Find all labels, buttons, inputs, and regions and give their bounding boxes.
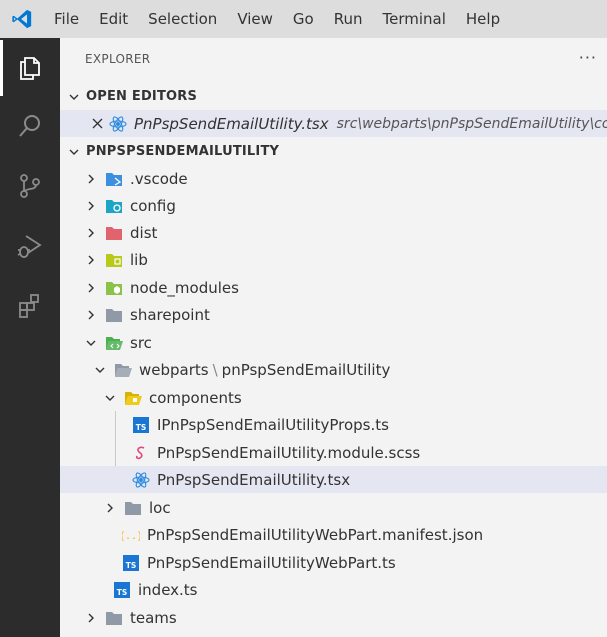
- open-editor-path: src\webparts\pnPspSendEmailUtility\compo…: [336, 115, 607, 132]
- tree-file-webpart-ts[interactable]: TS PnPspSendEmailUtilityWebPart.ts: [60, 549, 607, 576]
- tree-folder-lib[interactable]: lib: [60, 246, 607, 273]
- chevron-down-icon: [102, 390, 118, 406]
- json-file-icon: {..}: [122, 526, 140, 544]
- menu-run[interactable]: Run: [324, 0, 373, 38]
- tree-file-index-ts[interactable]: TS index.ts: [60, 576, 607, 603]
- react-file-icon: [132, 471, 150, 489]
- project-header[interactable]: PNPSPSENDEMAILUTILITY: [60, 138, 607, 165]
- folder-label: components: [149, 388, 242, 407]
- tree-file-scss[interactable]: PnPspSendEmailUtility.module.scss: [60, 439, 607, 466]
- menu-edit[interactable]: Edit: [89, 0, 138, 38]
- folder-label: dist: [130, 223, 158, 242]
- folder-icon: [105, 609, 123, 627]
- menu-view[interactable]: View: [227, 0, 283, 38]
- folder-config-icon: [105, 197, 123, 215]
- tree-folder-components[interactable]: components: [60, 384, 607, 411]
- folder-components-open-icon: [124, 389, 142, 407]
- folder-label: node_modules: [130, 278, 239, 297]
- project-label: PNPSPSENDEMAILUTILITY: [86, 144, 280, 159]
- chevron-right-icon: [102, 500, 118, 516]
- chevron-right-icon: [83, 171, 99, 187]
- chevron-down-icon: [92, 362, 108, 378]
- folder-label: config: [130, 196, 176, 215]
- sass-file-icon: [132, 444, 150, 462]
- explorer-icon[interactable]: [0, 40, 60, 96]
- folder-open-icon: [114, 361, 132, 379]
- tree-file-manifest-json[interactable]: {..} PnPspSendEmailUtilityWebPart.manife…: [60, 521, 607, 548]
- explorer-title: EXPLORER: [85, 52, 151, 66]
- file-label: PnPspSendEmailUtility.tsx: [157, 470, 351, 489]
- source-control-icon[interactable]: [0, 158, 60, 214]
- folder-icon: [124, 499, 142, 517]
- tree-folder-loc[interactable]: loc: [60, 494, 607, 521]
- menu-help[interactable]: Help: [456, 0, 510, 38]
- chevron-right-icon: [83, 307, 99, 323]
- menu-go[interactable]: Go: [283, 0, 324, 38]
- more-actions-icon[interactable]: ···: [579, 48, 597, 67]
- file-label: PnPspSendEmailUtilityWebPart.manifest.js…: [147, 525, 484, 544]
- svg-text:TS: TS: [126, 561, 137, 570]
- tree-folder-src[interactable]: src: [60, 329, 607, 356]
- folder-label: webparts: [139, 360, 209, 379]
- tree-folder-config[interactable]: config: [60, 192, 607, 219]
- explorer-sidebar: EXPLORER ··· OPEN EDITORS PnPspSendEmail…: [60, 38, 607, 637]
- folder-icon: [105, 306, 123, 324]
- menu-selection[interactable]: Selection: [138, 0, 227, 38]
- chevron-right-icon: [83, 225, 99, 241]
- tree-folder-sharepoint[interactable]: sharepoint: [60, 301, 607, 328]
- svg-text:TS: TS: [136, 423, 147, 432]
- search-icon[interactable]: [0, 98, 60, 154]
- folder-node-icon: [105, 279, 123, 297]
- folder-label: sharepoint: [130, 305, 210, 324]
- open-editor-item[interactable]: PnPspSendEmailUtility.tsx src\webparts\p…: [60, 110, 607, 137]
- chevron-right-icon: [83, 252, 99, 268]
- chevron-right-icon: [83, 198, 99, 214]
- folder-vscode-icon: [105, 170, 123, 188]
- vscode-logo-icon: [0, 0, 44, 38]
- folder-label: .vscode: [130, 169, 188, 188]
- activity-bar: [0, 38, 60, 637]
- folder-label: lib: [130, 250, 148, 269]
- open-editors-label: OPEN EDITORS: [86, 89, 198, 104]
- svg-text:{..}: {..}: [122, 531, 140, 542]
- tree-folder-teams[interactable]: teams: [60, 604, 607, 631]
- chevron-down-icon: [83, 335, 99, 351]
- folder-label: pnPspSendEmailUtility: [221, 360, 391, 379]
- tree-file-tsx[interactable]: PnPspSendEmailUtility.tsx: [60, 466, 607, 493]
- tree-folder-vscode[interactable]: .vscode: [60, 165, 607, 192]
- folder-dist-icon: [105, 224, 123, 242]
- open-editor-filename: PnPspSendEmailUtility.tsx: [134, 114, 329, 133]
- file-label: IPnPspSendEmailUtilityProps.ts: [157, 415, 389, 434]
- folder-label: loc: [149, 498, 171, 517]
- extensions-icon[interactable]: [0, 278, 60, 334]
- tree-file-props-ts[interactable]: TS IPnPspSendEmailUtilityProps.ts: [60, 411, 607, 438]
- folder-label: src: [130, 333, 152, 352]
- tree-folder-node-modules[interactable]: node_modules: [60, 274, 607, 301]
- typescript-file-icon: TS: [122, 554, 140, 572]
- tree-folder-dist[interactable]: dist: [60, 219, 607, 246]
- close-icon[interactable]: [92, 116, 103, 132]
- chevron-down-icon: [66, 89, 82, 105]
- chevron-right-icon: [83, 610, 99, 626]
- svg-text:TS: TS: [117, 588, 128, 597]
- folder-src-open-icon: [105, 334, 123, 352]
- menu-terminal[interactable]: Terminal: [373, 0, 456, 38]
- run-debug-icon[interactable]: [0, 218, 60, 274]
- tree-folder-webparts[interactable]: webparts \ pnPspSendEmailUtility: [60, 356, 607, 383]
- chevron-right-icon: [83, 280, 99, 296]
- file-label: PnPspSendEmailUtility.module.scss: [157, 443, 421, 462]
- react-file-icon: [109, 115, 127, 133]
- open-editors-header[interactable]: OPEN EDITORS: [60, 83, 607, 110]
- typescript-file-icon: TS: [132, 416, 150, 434]
- path-separator: \: [212, 360, 218, 379]
- typescript-file-icon: TS: [113, 581, 131, 599]
- chevron-down-icon: [66, 144, 82, 160]
- folder-lib-icon: [105, 251, 123, 269]
- menu-file[interactable]: File: [44, 0, 89, 38]
- file-label: index.ts: [138, 580, 198, 599]
- file-label: PnPspSendEmailUtilityWebPart.ts: [147, 553, 396, 572]
- menu-bar: File Edit Selection View Go Run Terminal…: [0, 0, 607, 38]
- folder-label: teams: [130, 608, 177, 627]
